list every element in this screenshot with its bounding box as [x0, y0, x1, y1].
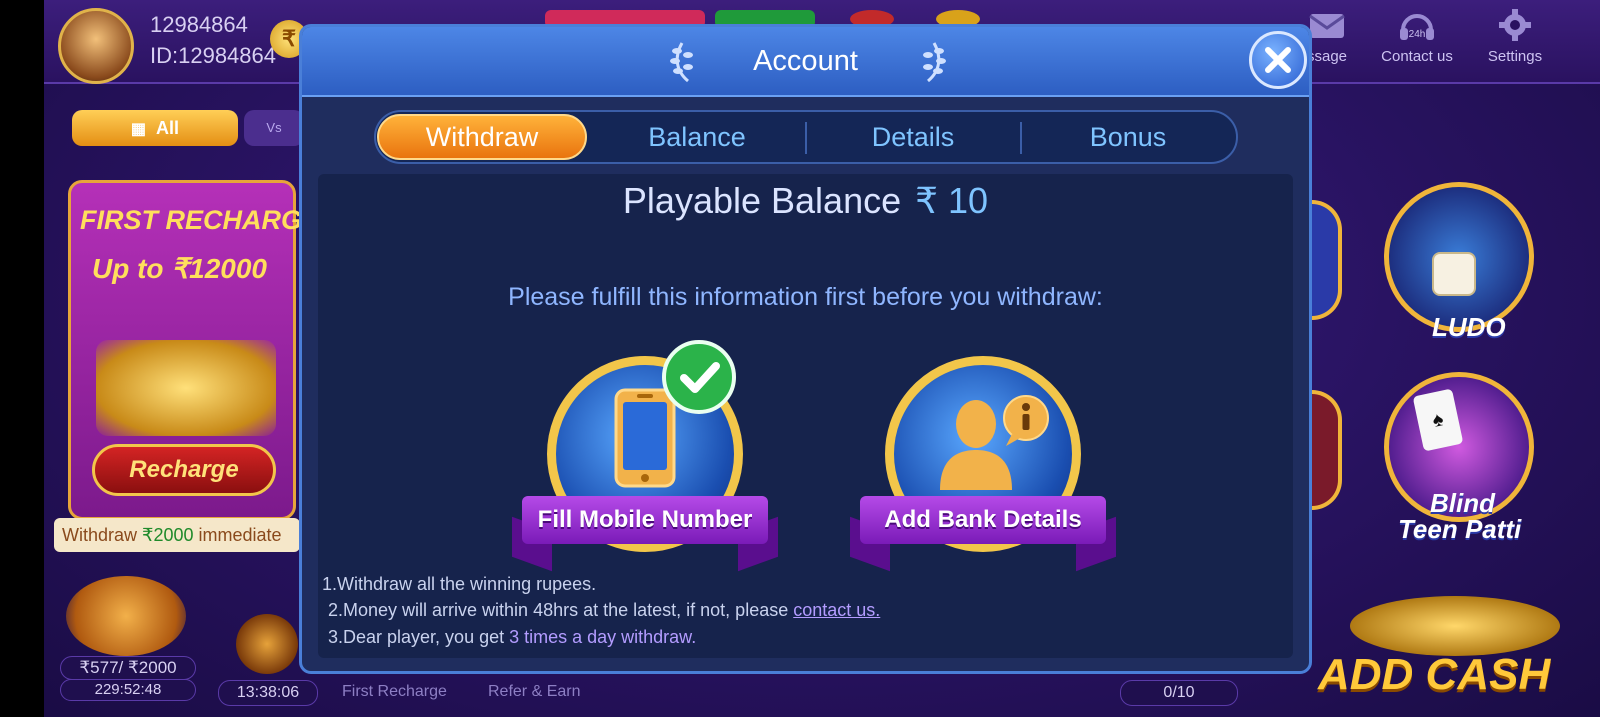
tab-withdraw[interactable]: Withdraw	[377, 114, 587, 160]
tab-bonus[interactable]: Bonus	[1021, 114, 1235, 160]
rule-3-highlight: 3 times a day withdraw.	[509, 627, 697, 647]
rule-2-text: 2.Money will arrive within 48hrs at the …	[328, 600, 794, 620]
settings-button[interactable]: Settings	[1470, 8, 1560, 65]
first-recharge-nav[interactable]: First Recharge	[342, 683, 447, 701]
filter-vs-button[interactable]: Vs	[244, 110, 304, 146]
task-counter: 0/10	[1120, 680, 1238, 706]
tab-details[interactable]: Details	[806, 114, 1020, 160]
withdraw-strip-prefix: Withdraw	[62, 525, 143, 545]
laurel-right-icon	[923, 42, 946, 83]
coins-pile-image	[96, 340, 276, 436]
dice-icon	[1432, 252, 1476, 296]
playable-balance-label: Playable Balance	[622, 180, 902, 221]
ludo-label: LUDO	[1432, 312, 1506, 342]
user-id: ID:12984864	[150, 43, 276, 68]
playable-balance: Playable Balance ₹ 10	[318, 180, 1293, 222]
completed-check-icon	[662, 340, 736, 414]
withdraw-requirement-info: Please fulfill this information first be…	[508, 283, 1103, 311]
24h-badge: 24h	[1409, 29, 1426, 40]
gear-icon	[1499, 9, 1531, 41]
filter-all-button[interactable]: ▦ All	[72, 110, 238, 146]
contact-us-label: Contact us	[1381, 48, 1453, 65]
close-icon	[1265, 47, 1291, 73]
hidden-game-tile-2[interactable]	[1312, 390, 1342, 510]
playable-balance-amount: ₹ 10	[915, 180, 989, 221]
chest-timer: 13:38:06	[218, 680, 318, 706]
message-label: ssage	[1306, 48, 1348, 65]
contact-us-link[interactable]: contact us.	[793, 600, 880, 620]
avatar[interactable]	[58, 8, 134, 84]
hidden-game-tile[interactable]	[1312, 200, 1342, 320]
recharge-button[interactable]: Recharge	[92, 444, 276, 496]
user-info-icon	[940, 395, 1049, 490]
teen-patti-label: Teen Patti	[1398, 514, 1522, 544]
chest-icon[interactable]	[236, 614, 298, 674]
grid-icon: ▦	[130, 121, 147, 138]
close-button[interactable]	[1249, 31, 1307, 89]
add-bank-details-label: Add Bank Details	[860, 496, 1106, 544]
rule-2: 2.Money will arrive within 48hrs at the …	[328, 600, 880, 621]
deity-reward-image[interactable]	[66, 576, 186, 656]
fill-mobile-number-button[interactable]: Fill Mobile Number	[512, 340, 778, 572]
rule-3-text: 3.Dear player, you get	[328, 627, 510, 647]
reward-timer: 229:52:48	[60, 679, 196, 701]
rule-3: 3.Dear player, you get 3 times a day wit…	[328, 627, 696, 648]
modal-title: Account	[753, 45, 858, 77]
contact-us-button[interactable]: 24h Contact us	[1372, 8, 1462, 65]
fill-mobile-number-label: Fill Mobile Number	[522, 496, 768, 544]
promo-subtitle: Up to ₹12000	[92, 253, 267, 284]
tab-balance[interactable]: Balance	[590, 114, 804, 160]
withdraw-strip: Withdraw ₹2000 immediate	[54, 518, 300, 552]
reward-progress: ₹577/ ₹2000	[60, 656, 196, 680]
headset-icon: 24h	[1400, 14, 1434, 40]
refer-earn-nav[interactable]: Refer & Earn	[488, 683, 580, 701]
promo-title: FIRST RECHARGE	[80, 205, 321, 235]
withdraw-strip-suffix: immediate	[193, 525, 282, 545]
rule-1: 1.Withdraw all the winning rupees.	[322, 574, 597, 594]
settings-label: Settings	[1487, 48, 1543, 65]
add-bank-details-button[interactable]: Add Bank Details	[850, 350, 1116, 572]
filter-all-label: All	[156, 118, 180, 138]
coins-stack-image	[1350, 596, 1560, 656]
withdraw-strip-amount: ₹2000	[142, 525, 194, 545]
username: 12984864	[150, 12, 248, 37]
add-cash-button[interactable]: ADD CASH	[1318, 650, 1550, 700]
message-icon	[1309, 14, 1345, 38]
